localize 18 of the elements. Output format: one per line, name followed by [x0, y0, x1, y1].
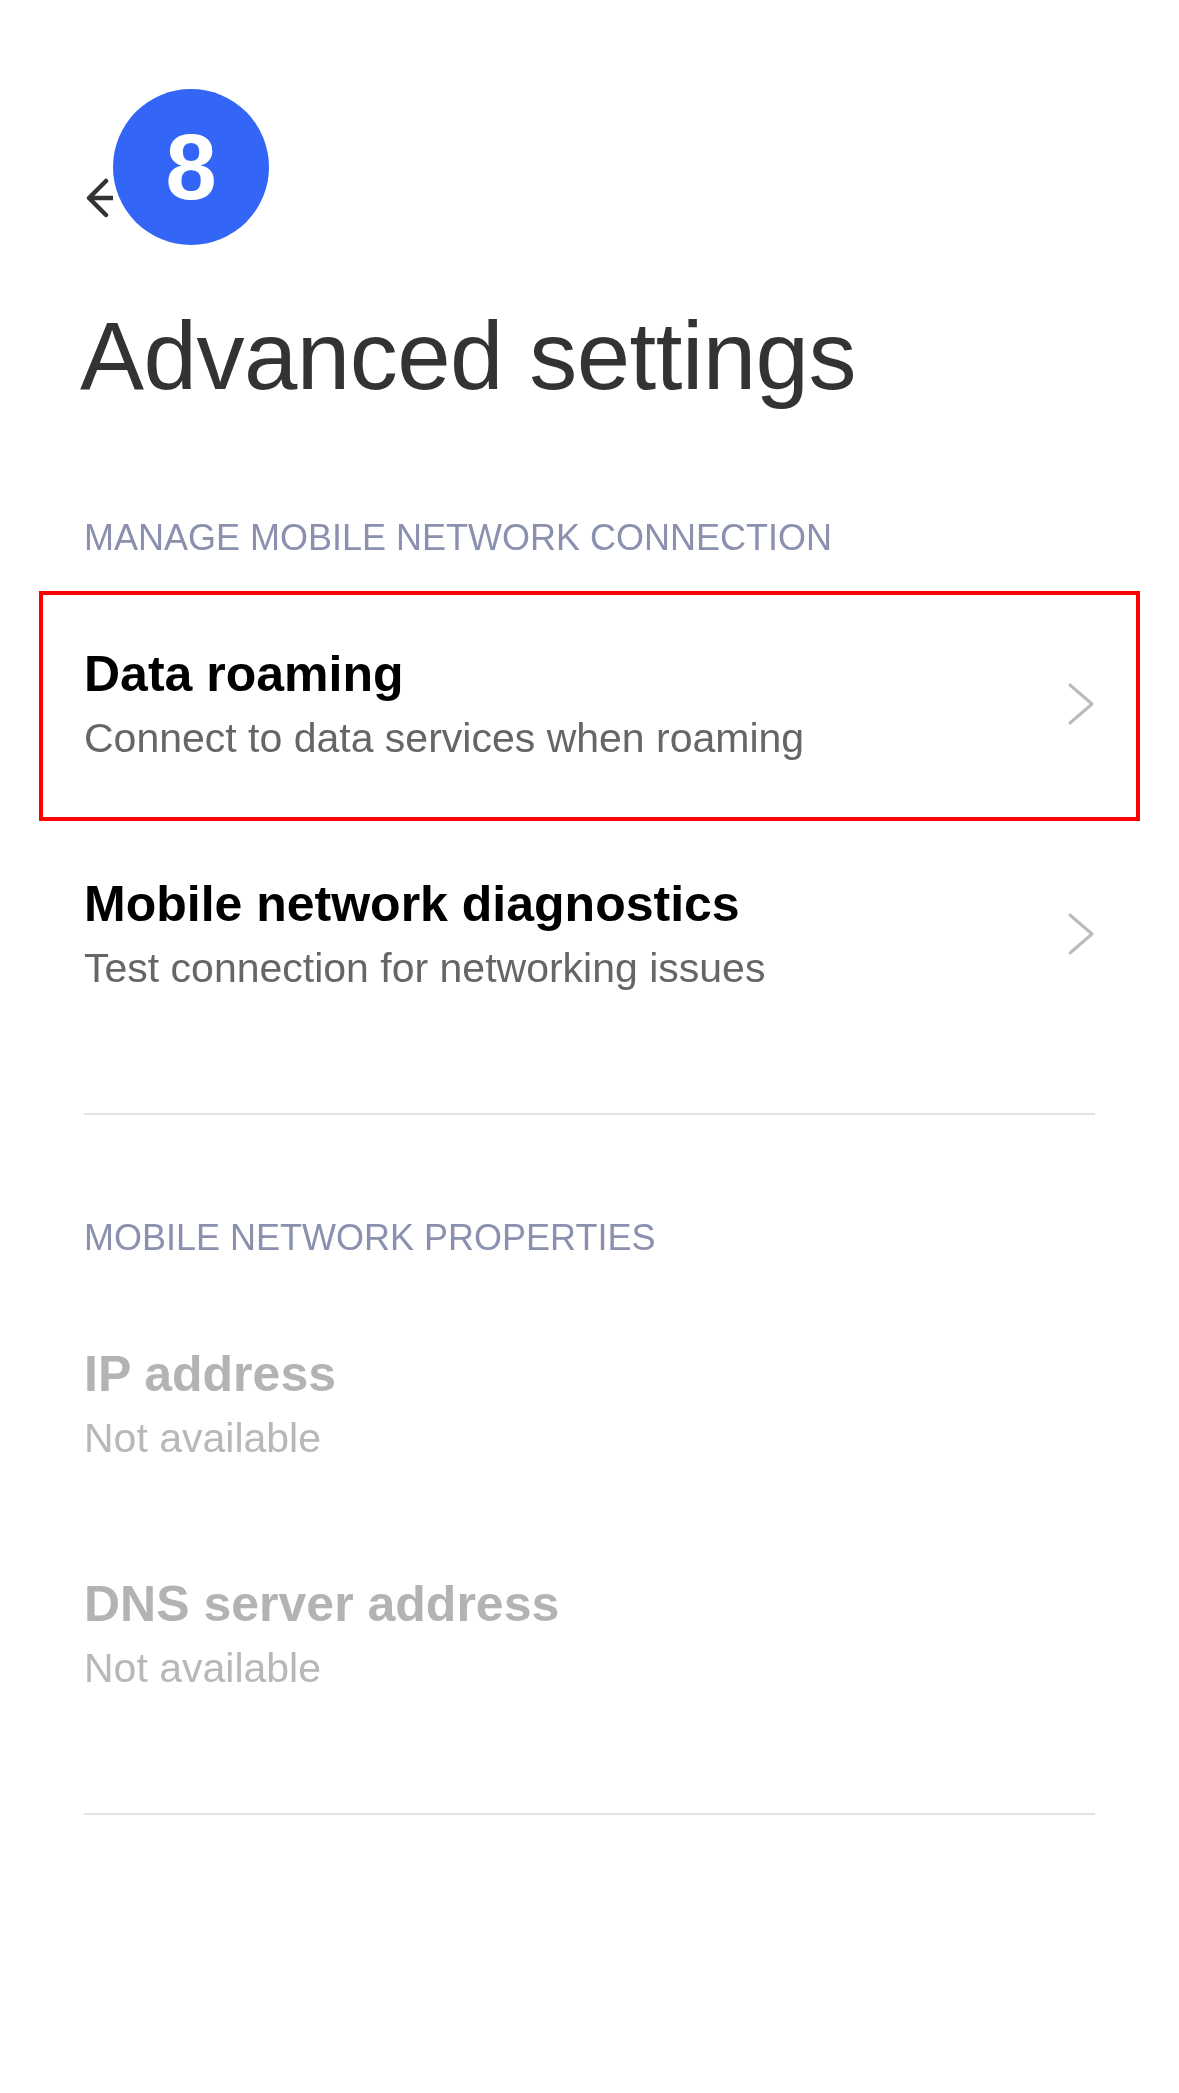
- item-subtitle: Test connection for networking issues: [84, 944, 766, 993]
- item-title: Data roaming: [84, 645, 404, 704]
- chevron-right-icon: [1067, 682, 1095, 726]
- step-badge: 8: [113, 89, 269, 245]
- item-title: DNS server address: [84, 1575, 560, 1634]
- item-subtitle: Not available: [84, 1414, 322, 1463]
- settings-row[interactable]: Data roaming Connect to data services when roaming: [39, 591, 1140, 821]
- settings-row[interactable]: Mobile network diagnostics Test connection for networking issues: [39, 821, 1140, 1051]
- item-subtitle: Connect to data services when roaming: [84, 714, 805, 763]
- section-heading: MOBILE NETWORK PROPERTIES: [84, 1216, 656, 1260]
- page-title: Advanced settings: [80, 301, 856, 411]
- item-title: Mobile network diagnostics: [84, 875, 740, 934]
- chevron-right-icon: [1067, 912, 1095, 956]
- back-arrow-icon: [86, 176, 113, 220]
- back-button[interactable]: [86, 176, 113, 220]
- section-heading: MANAGE MOBILE NETWORK CONNECTION: [84, 516, 833, 560]
- item-subtitle: Not available: [84, 1644, 322, 1693]
- item-title: IP address: [84, 1345, 336, 1404]
